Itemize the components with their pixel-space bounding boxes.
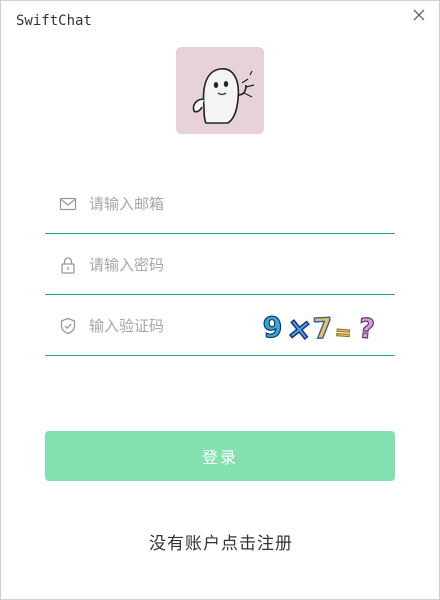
avatar-image [176,47,264,134]
close-icon[interactable] [411,7,427,23]
window-title: SwiftChat [16,13,92,29]
login-button[interactable]: 登录 [45,431,395,481]
password-input[interactable] [89,252,279,278]
svg-text:=: = [334,320,352,344]
captcha-field-row: 9 × 7 = ? [45,295,395,356]
lock-icon [61,257,75,274]
svg-text:7: 7 [312,312,333,344]
captcha-input[interactable] [89,313,279,339]
register-link[interactable]: 没有账户点击注册 [1,529,440,554]
captcha-image[interactable]: 9 × 7 = ? [261,308,385,344]
avatar [176,47,264,134]
svg-text:9: 9 [262,310,284,344]
email-input[interactable] [89,191,279,217]
svg-text:?: ? [358,313,376,344]
login-window: SwiftChat 请输入邮箱 输入验证码 9 × 7 = ? 登录 没有账户点… [0,0,440,600]
shield-check-icon [60,317,76,335]
mail-icon [59,197,77,211]
password-field-row [45,234,395,295]
email-field-row [45,173,395,234]
svg-text:×: × [285,311,314,344]
